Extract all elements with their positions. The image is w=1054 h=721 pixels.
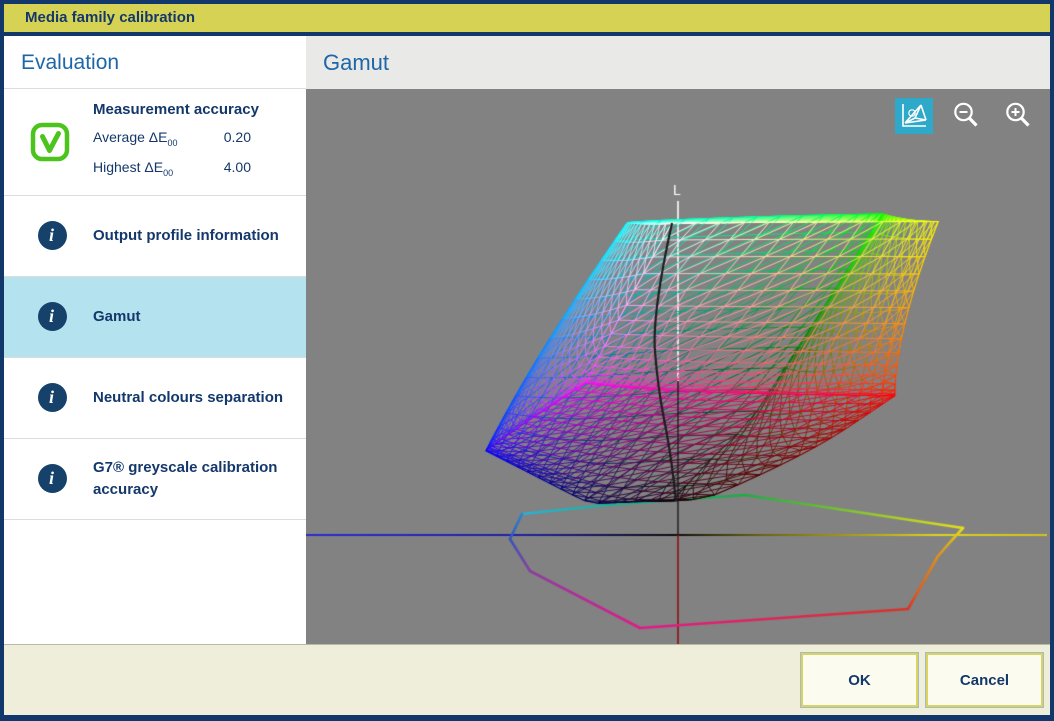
zoom-out-icon (951, 100, 981, 133)
sidebar-item-g7-greyscale-calibration-accuracy[interactable]: i G7® greyscale calibration accuracy (4, 439, 306, 520)
item-icon-box (30, 122, 72, 162)
gamut-toolbar (895, 98, 1037, 134)
gamut-panel: Gamut (306, 36, 1050, 644)
item-title: Measurement accuracy (93, 99, 298, 121)
info-icon: i (38, 221, 67, 250)
item-title: Neutral colours separation (93, 387, 298, 409)
media-family-calibration-dialog: Media family calibration Evaluation Meas… (0, 0, 1054, 721)
cancel-button[interactable]: Cancel (926, 653, 1043, 707)
metric-row: Average ΔE00 0.20 (93, 125, 251, 155)
zoom-in-icon (1003, 100, 1033, 133)
zoom-in-button[interactable] (999, 98, 1037, 134)
check-icon (30, 122, 70, 162)
metric-label: Average ΔE00 (93, 125, 178, 155)
sidebar-item-gamut[interactable]: i Gamut (4, 277, 306, 358)
gamut-3d-viewport[interactable] (306, 89, 1050, 644)
metric-value: 0.20 (224, 125, 251, 155)
gamut-3d-view-button[interactable] (895, 98, 933, 134)
item-body: G7® greyscale calibration accuracy (93, 457, 298, 501)
metric-value: 4.00 (224, 155, 251, 185)
item-icon-box: i (30, 221, 72, 250)
evaluation-sidebar: Evaluation Measurement accuracy Average Δ… (4, 36, 306, 644)
item-title: Output profile information (93, 225, 298, 247)
sidebar-item-neutral-colours-separation[interactable]: i Neutral colours separation (4, 358, 306, 439)
item-body: Measurement accuracyAverage ΔE000.20High… (93, 99, 298, 185)
item-body: Gamut (93, 306, 298, 328)
3d-gamut-view-icon (899, 101, 929, 132)
info-icon: i (38, 464, 67, 493)
item-body: Neutral colours separation (93, 387, 298, 409)
dialog-content: Evaluation Measurement accuracy Average Δ… (4, 36, 1050, 644)
ok-button[interactable]: OK (801, 653, 918, 707)
metric-row: Highest ΔE00 4.00 (93, 155, 251, 185)
gamut-wireframe-canvas[interactable] (306, 89, 1047, 644)
sidebar-title: Evaluation (4, 36, 306, 89)
info-icon: i (38, 383, 67, 412)
window-title: Media family calibration (4, 4, 1050, 32)
dialog-footer: OK Cancel (4, 645, 1050, 715)
evaluation-item-list: Measurement accuracyAverage ΔE000.20High… (4, 89, 306, 520)
metric-label: Highest ΔE00 (93, 155, 173, 185)
item-title: Gamut (93, 306, 298, 328)
item-icon-box: i (30, 464, 72, 493)
info-icon: i (38, 302, 67, 331)
metric-rows: Average ΔE00 0.20 Highest ΔE00 4.00 (93, 125, 251, 185)
sidebar-item-measurement-accuracy[interactable]: Measurement accuracyAverage ΔE000.20High… (4, 89, 306, 196)
item-body: Output profile information (93, 225, 298, 247)
item-icon-box: i (30, 383, 72, 412)
item-icon-box: i (30, 302, 72, 331)
zoom-out-button[interactable] (947, 98, 985, 134)
panel-title: Gamut (306, 36, 1050, 89)
item-title: G7® greyscale calibration accuracy (93, 457, 298, 501)
sidebar-item-output-profile-information[interactable]: i Output profile information (4, 196, 306, 277)
